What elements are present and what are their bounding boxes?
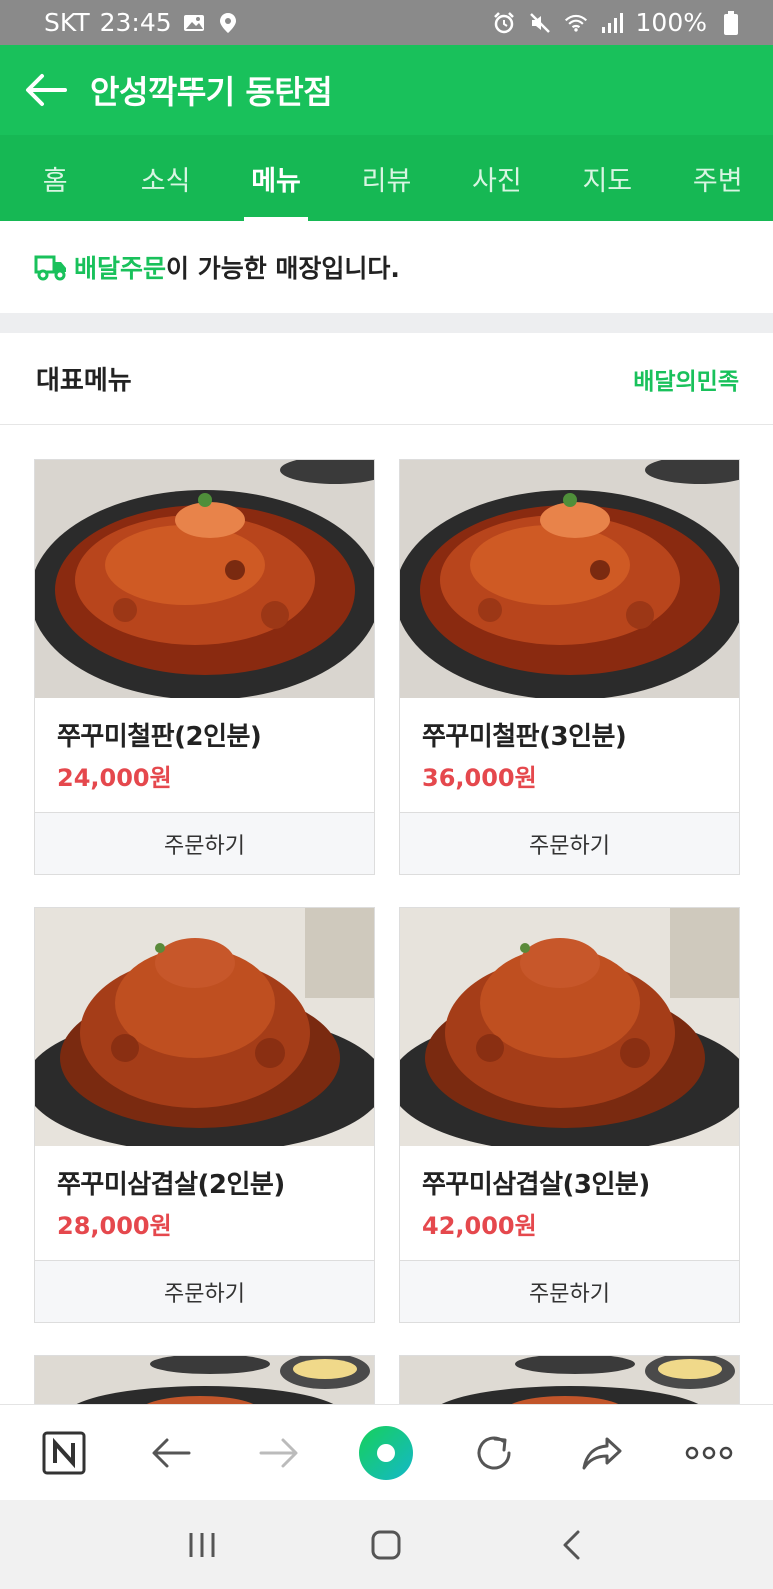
menu-photo [35, 1356, 374, 1406]
refresh-icon[interactable] [464, 1423, 524, 1483]
app-header: 안성깍뚜기 동탄점 [0, 45, 773, 135]
forward-icon[interactable] [249, 1423, 309, 1483]
tab-news[interactable]: 소식 [110, 135, 220, 221]
tab-reviews[interactable]: 리뷰 [331, 135, 441, 221]
tab-photos[interactable]: 사진 [442, 135, 552, 221]
tab-nearby[interactable]: 주변 [663, 135, 773, 221]
menu-name: 쭈꾸미삼겹살(3인분) [422, 1170, 650, 1200]
battery-percent: 100% [635, 8, 707, 37]
battery-icon [719, 10, 743, 35]
status-bar: SKT 23:45 100% [0, 0, 773, 45]
menu-price: 42,000원 [422, 1212, 537, 1240]
back-icon[interactable] [541, 1515, 601, 1575]
menu-photo [400, 1356, 739, 1406]
system-nav-bar [0, 1500, 773, 1589]
image-icon [182, 11, 206, 35]
menu-photo [35, 908, 374, 1146]
tab-bar: 홈 소식 메뉴 리뷰 사진 지도 주변 [0, 135, 773, 221]
green-dot-icon[interactable] [356, 1423, 416, 1483]
delivery-notice: 배달주문 이 가능한 매장입니다. [0, 221, 773, 313]
delivery-truck-icon [34, 253, 68, 281]
naver-home-icon[interactable] [34, 1423, 94, 1483]
delivery-order-highlight: 배달주문 [74, 254, 167, 283]
tab-menu[interactable]: 메뉴 [221, 135, 331, 221]
menu-card[interactable]: 쭈꾸미삼겹살(2인분) 28,000원 주문하기 [34, 907, 375, 1323]
location-icon [216, 11, 240, 35]
page-title: 안성깍뚜기 동탄점 [90, 73, 333, 111]
tab-home[interactable]: 홈 [0, 135, 110, 221]
menu-name: 쭈꾸미철판(2인분) [57, 722, 262, 752]
alarm-icon [492, 11, 516, 35]
carrier-label: SKT [44, 8, 90, 37]
menu-photo [35, 460, 374, 698]
share-icon[interactable] [572, 1423, 632, 1483]
tab-map[interactable]: 지도 [552, 135, 662, 221]
menu-name: 쭈꾸미삼겹살(2인분) [57, 1170, 285, 1200]
menu-price: 24,000원 [57, 764, 172, 792]
menu-card[interactable]: 쭈꾸미철판(3인분) 36,000원 주문하기 [399, 459, 740, 875]
back-arrow-icon[interactable] [24, 68, 68, 112]
menu-photo [400, 908, 739, 1146]
section-title: 대표메뉴 [36, 366, 132, 396]
more-icon[interactable] [679, 1423, 739, 1483]
signal-icon [600, 11, 624, 35]
back-icon[interactable] [141, 1423, 201, 1483]
menu-card[interactable] [399, 1355, 740, 1406]
order-button[interactable]: 주문하기 [35, 812, 374, 874]
section-header: 대표메뉴 배달의민족 [0, 333, 773, 425]
menu-price: 28,000원 [57, 1212, 172, 1240]
delivery-notice-text: 이 가능한 매장입니다. [166, 254, 400, 283]
order-button[interactable]: 주문하기 [35, 1260, 374, 1322]
clock: 23:45 [99, 8, 172, 37]
mute-icon [528, 11, 552, 35]
wifi-icon [564, 11, 588, 35]
menu-price: 36,000원 [422, 764, 537, 792]
baemin-link[interactable]: 배달의민족 [633, 362, 739, 396]
menu-photo [400, 460, 739, 698]
browser-toolbar [0, 1404, 773, 1500]
home-icon[interactable] [356, 1515, 416, 1575]
menu-card[interactable] [34, 1355, 375, 1406]
menu-name: 쭈꾸미철판(3인분) [422, 722, 627, 752]
section-divider [0, 313, 773, 333]
recents-icon[interactable] [172, 1515, 232, 1575]
order-button[interactable]: 주문하기 [400, 1260, 739, 1322]
menu-card[interactable]: 쭈꾸미철판(2인분) 24,000원 주문하기 [34, 459, 375, 875]
menu-card[interactable]: 쭈꾸미삼겹살(3인분) 42,000원 주문하기 [399, 907, 740, 1323]
order-button[interactable]: 주문하기 [400, 812, 739, 874]
